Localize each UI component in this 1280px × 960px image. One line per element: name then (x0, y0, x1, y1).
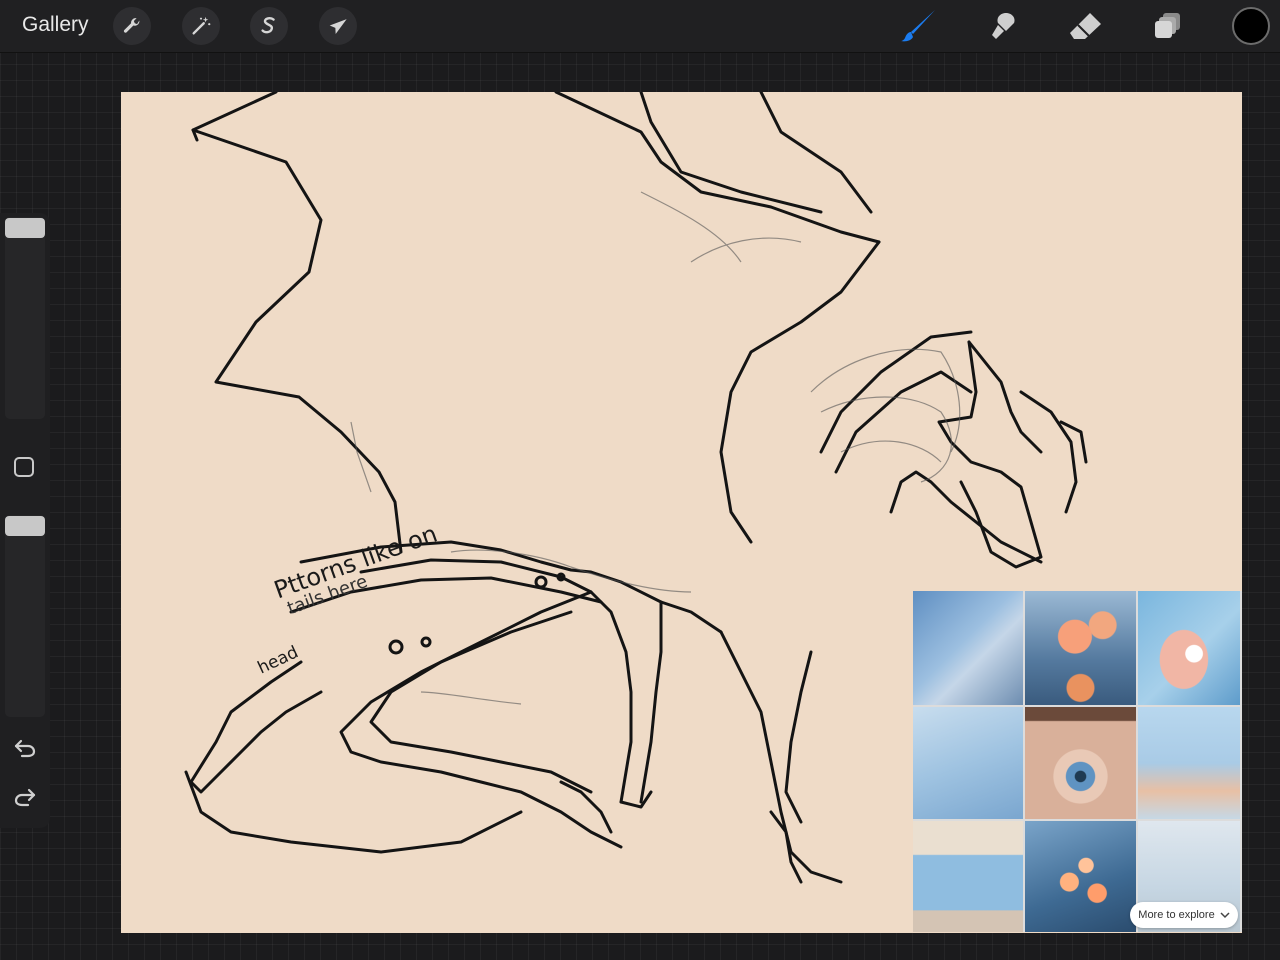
eraser-icon (1070, 13, 1101, 39)
eraser-button[interactable] (1066, 7, 1106, 45)
top-toolbar: Gallery (0, 0, 1280, 53)
redo-button[interactable] (10, 782, 40, 812)
smudge-icon (992, 13, 1015, 39)
selection-s-icon (261, 17, 275, 34)
more-to-explore-label: More to explore (1138, 909, 1215, 921)
side-toolbar (0, 213, 50, 828)
color-picker-button[interactable] (1232, 7, 1270, 45)
arrow-cursor-icon (329, 19, 347, 34)
opacity-slider[interactable] (5, 515, 45, 717)
magic-wand-icon (192, 16, 211, 35)
brush-size-thumb[interactable] (5, 218, 45, 238)
brush-button[interactable] (899, 7, 939, 45)
undo-icon (14, 739, 36, 758)
adjustments-button[interactable] (182, 7, 220, 45)
moodboard-tile (1138, 707, 1240, 819)
transform-button[interactable] (319, 7, 357, 45)
wrench-icon (123, 18, 140, 33)
chevron-down-icon (1220, 911, 1230, 918)
undo-button[interactable] (10, 733, 40, 763)
selection-button[interactable] (250, 7, 288, 45)
moodboard-tile (913, 591, 1023, 705)
modify-button[interactable] (14, 457, 34, 477)
redo-icon (14, 788, 36, 807)
layers-icon (1155, 13, 1180, 38)
gallery-button[interactable]: Gallery (22, 13, 89, 37)
actions-button[interactable] (113, 7, 151, 45)
moodboard-tile (913, 821, 1023, 932)
brush-size-slider[interactable] (5, 217, 45, 419)
moodboard-tile (1138, 591, 1240, 705)
moodboard-tile (1025, 821, 1136, 932)
layers-button[interactable] (1148, 7, 1188, 45)
moodboard-tile (1025, 591, 1136, 705)
moodboard-tile (1025, 707, 1136, 819)
reference-moodboard[interactable] (913, 591, 1242, 932)
opacity-thumb[interactable] (5, 516, 45, 536)
moodboard-tile (913, 707, 1023, 819)
brush-icon (901, 10, 935, 42)
more-to-explore-button[interactable]: More to explore (1130, 902, 1238, 928)
smudge-button[interactable] (983, 7, 1023, 45)
